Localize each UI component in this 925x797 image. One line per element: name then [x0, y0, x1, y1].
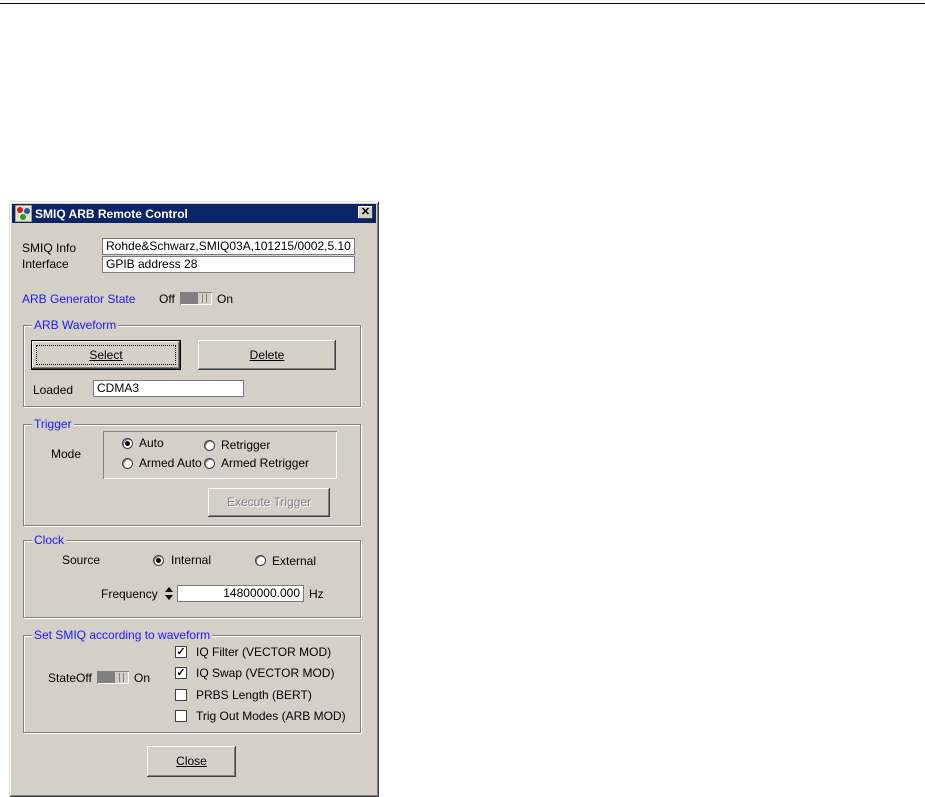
- toggle-tick: [206, 294, 207, 303]
- select-button-label: Select: [89, 348, 123, 362]
- radio-armed-auto-label: Armed Auto: [139, 456, 202, 470]
- window-title: SMIQ ARB Remote Control: [35, 207, 188, 221]
- loaded-waveform-field[interactable]: CDMA3: [93, 380, 244, 397]
- execute-trigger-label: Execute Trigger: [226, 495, 312, 509]
- check-icon: ✓: [176, 667, 186, 679]
- checkbox-iq-swap-label: IQ Swap (VECTOR MOD): [196, 666, 335, 680]
- smiq-info-field[interactable]: Rohde&Schwarz,SMIQ03A,101215/0002,5.10: [102, 238, 355, 255]
- arb-generator-state-label: ARB Generator State: [22, 292, 136, 306]
- select-button[interactable]: Select: [31, 340, 181, 370]
- radio-internal-label: Internal: [171, 553, 212, 567]
- state-off-label: Off: [76, 671, 92, 685]
- radio-armed-auto[interactable]: [122, 458, 133, 469]
- page-top-rule: [0, 3, 925, 4]
- arb-state-toggle[interactable]: [180, 292, 212, 305]
- frequency-label: Frequency: [101, 587, 158, 601]
- mode-label: Mode: [51, 447, 82, 461]
- toggle-tick: [202, 294, 203, 303]
- radio-internal[interactable]: [153, 555, 164, 566]
- set-smiq-state-toggle[interactable]: [97, 671, 129, 684]
- trigger-legend: Trigger: [32, 417, 74, 431]
- checkbox-trig-out-modes[interactable]: [175, 710, 187, 722]
- delete-button[interactable]: Delete: [198, 340, 336, 370]
- checkbox-trig-out-modes-label: Trig Out Modes (ARB MOD): [196, 709, 346, 723]
- interface-label: Interface: [22, 257, 69, 271]
- radio-retrigger[interactable]: [204, 440, 215, 451]
- clock-group: Clock: [23, 533, 361, 618]
- frequency-spinner-icon[interactable]: [164, 585, 174, 602]
- checkbox-iq-swap[interactable]: ✓: [175, 667, 187, 679]
- app-icon: [15, 205, 32, 222]
- radio-auto[interactable]: [122, 438, 133, 449]
- radio-auto-label: Auto: [139, 436, 164, 450]
- close-icon: ✕: [360, 206, 371, 218]
- radio-external[interactable]: [255, 555, 266, 566]
- toggle-knob: [98, 672, 115, 683]
- smiq-arb-dialog: SMIQ ARB Remote Control ✕ SMIQ Info Rohd…: [9, 201, 379, 797]
- toggle-knob: [181, 293, 198, 304]
- toggle-tick: [123, 673, 124, 682]
- close-window-button[interactable]: ✕: [358, 206, 373, 219]
- frequency-field[interactable]: 14800000.000: [177, 585, 304, 602]
- state-label: State: [48, 671, 77, 685]
- arb-waveform-legend: ARB Waveform: [32, 318, 119, 332]
- toggle-tick: [119, 673, 120, 682]
- checkbox-prbs-length-label: PRBS Length (BERT): [196, 688, 312, 702]
- interface-field[interactable]: GPIB address 28: [102, 256, 355, 273]
- state-on-label: On: [134, 671, 151, 685]
- set-smiq-legend: Set SMIQ according to waveform: [32, 628, 213, 642]
- close-button[interactable]: Close: [147, 746, 236, 777]
- checkbox-prbs-length[interactable]: [175, 689, 187, 701]
- arb-state-on-label: On: [217, 292, 234, 306]
- radio-external-label: External: [272, 554, 317, 568]
- clock-legend: Clock: [32, 533, 67, 547]
- arb-state-off-label: Off: [159, 292, 175, 306]
- checkbox-iq-filter[interactable]: ✓: [175, 646, 187, 658]
- frequency-unit: Hz: [309, 587, 324, 601]
- close-button-label: Close: [176, 754, 207, 768]
- radio-armed-retrigger[interactable]: [204, 458, 215, 469]
- smiq-info-label: SMIQ Info: [22, 241, 77, 255]
- source-label: Source: [62, 553, 101, 567]
- delete-button-label: Delete: [249, 348, 285, 362]
- loaded-label: Loaded: [33, 383, 74, 397]
- radio-armed-retrigger-label: Armed Retrigger: [221, 456, 310, 470]
- title-bar[interactable]: SMIQ ARB Remote Control ✕: [12, 204, 376, 223]
- execute-trigger-button[interactable]: Execute Trigger: [208, 488, 330, 517]
- checkbox-iq-filter-label: IQ Filter (VECTOR MOD): [196, 645, 332, 659]
- check-icon: ✓: [176, 646, 186, 658]
- radio-retrigger-label: Retrigger: [221, 438, 271, 452]
